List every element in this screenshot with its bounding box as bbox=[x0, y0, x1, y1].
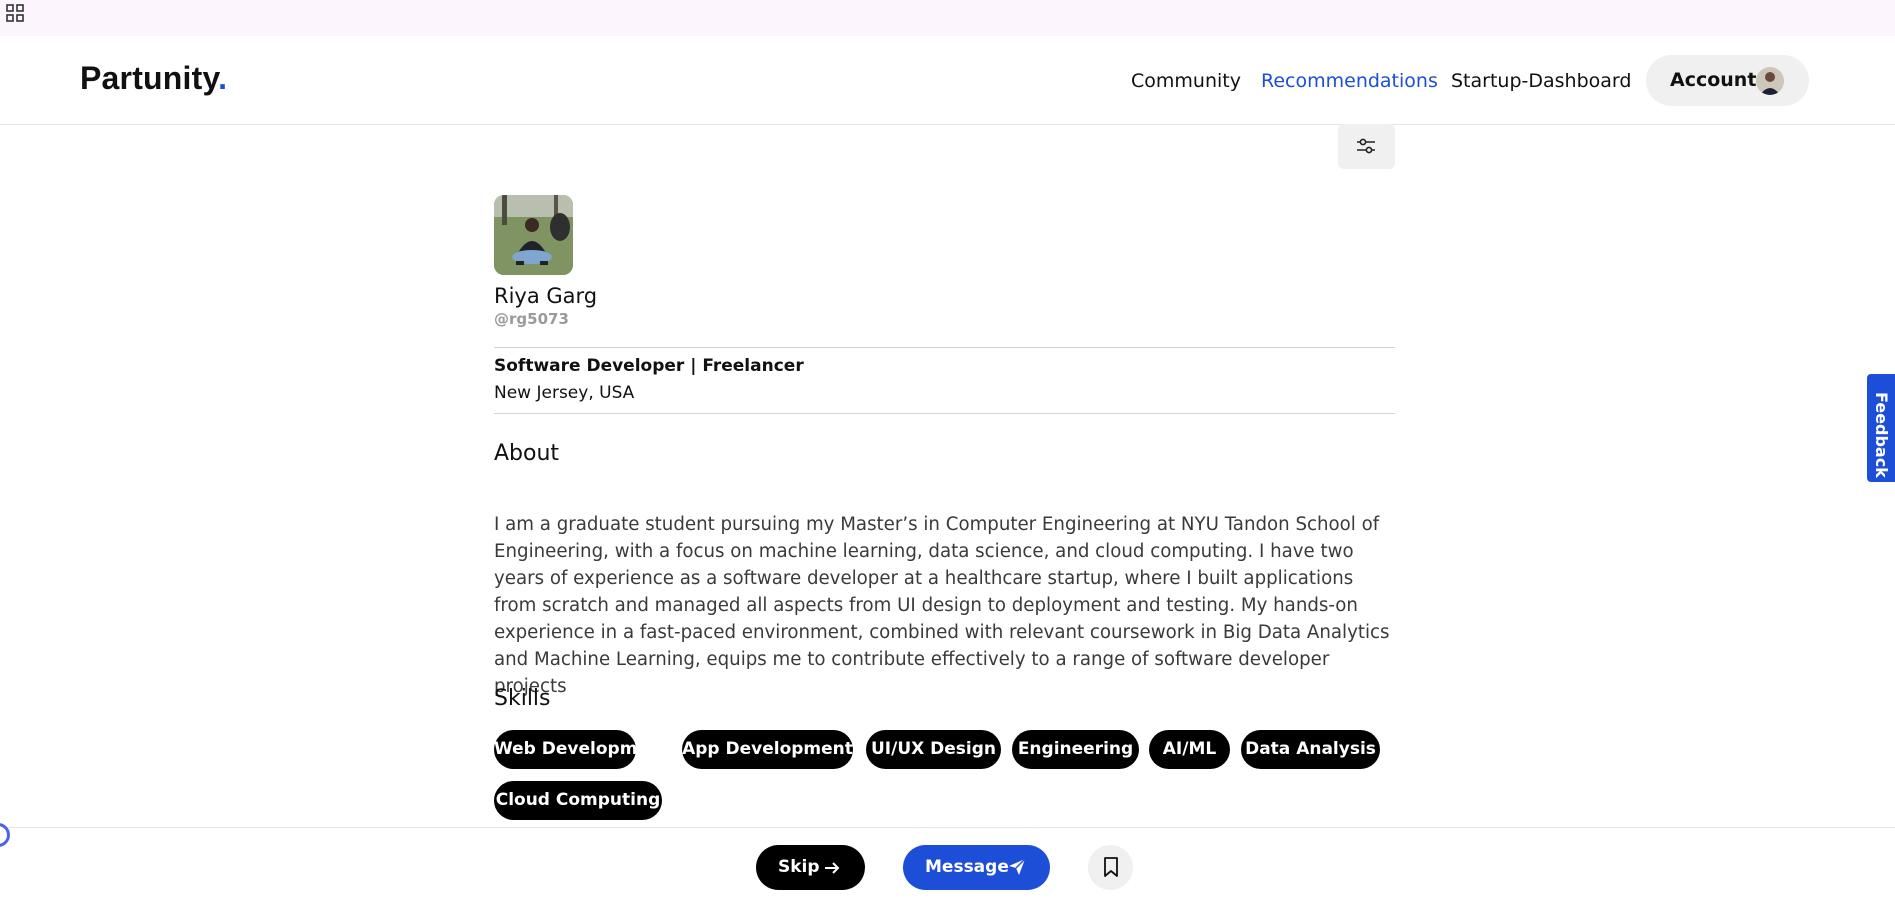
divider bbox=[494, 413, 1395, 414]
message-label: Message bbox=[925, 857, 1009, 877]
nav-link-recommendations[interactable]: Recommendations bbox=[1261, 70, 1438, 92]
profile-location: New Jersey, USA bbox=[494, 383, 635, 403]
send-icon bbox=[1009, 858, 1026, 875]
feedback-tab[interactable]: Feedback bbox=[1867, 374, 1895, 482]
brand-dot: . bbox=[218, 60, 228, 96]
skip-label: Skip bbox=[778, 857, 820, 877]
brand-name: Partunity bbox=[80, 60, 219, 96]
filter-button[interactable] bbox=[1338, 124, 1395, 169]
skill-chip[interactable]: UI/UX Design bbox=[866, 730, 1001, 769]
skill-chip[interactable]: Data Analysis bbox=[1241, 730, 1380, 769]
profile-handle: @rg5073 bbox=[494, 310, 569, 328]
account-label: Account bbox=[1670, 69, 1757, 91]
nav-link-startup-dashboard[interactable]: Startup-Dashboard bbox=[1451, 70, 1631, 92]
skill-chip[interactable]: Cloud Computing bbox=[494, 781, 662, 820]
profile-name: Riya Garg bbox=[494, 284, 598, 308]
brand-logo[interactable]: Partunity. bbox=[80, 60, 227, 97]
account-button[interactable]: Account bbox=[1646, 55, 1809, 106]
skill-chip[interactable]: AI/ML bbox=[1149, 730, 1230, 769]
grid-icon[interactable] bbox=[6, 4, 24, 22]
feedback-label: Feedback bbox=[1872, 392, 1891, 478]
skill-chip[interactable]: Engineering bbox=[1012, 730, 1139, 769]
skill-chip[interactable]: App Development bbox=[682, 730, 853, 769]
top-navbar: Partunity. Community Recommendations Sta… bbox=[0, 36, 1895, 125]
nav-link-community[interactable]: Community bbox=[1131, 70, 1241, 92]
bottom-action-bar: Skip Message bbox=[0, 827, 1895, 903]
about-text: I am a graduate student pursuing my Mast… bbox=[494, 514, 1390, 697]
profile-headline: Software Developer | Freelancer bbox=[494, 356, 804, 376]
skills-heading: Skills bbox=[494, 686, 551, 711]
skip-button[interactable]: Skip bbox=[756, 845, 865, 890]
bookmark-icon bbox=[1104, 857, 1118, 877]
sliders-icon bbox=[1357, 138, 1375, 154]
divider bbox=[494, 347, 1395, 348]
arrow-right-icon bbox=[825, 862, 840, 874]
bookmark-button[interactable] bbox=[1088, 845, 1133, 890]
browser-top-strip bbox=[0, 0, 1895, 36]
profile-photo bbox=[494, 195, 573, 275]
message-button[interactable]: Message bbox=[903, 845, 1050, 890]
avatar bbox=[1756, 67, 1784, 95]
skill-chip[interactable]: Web Development bbox=[494, 730, 669, 769]
about-heading: About bbox=[494, 441, 560, 466]
